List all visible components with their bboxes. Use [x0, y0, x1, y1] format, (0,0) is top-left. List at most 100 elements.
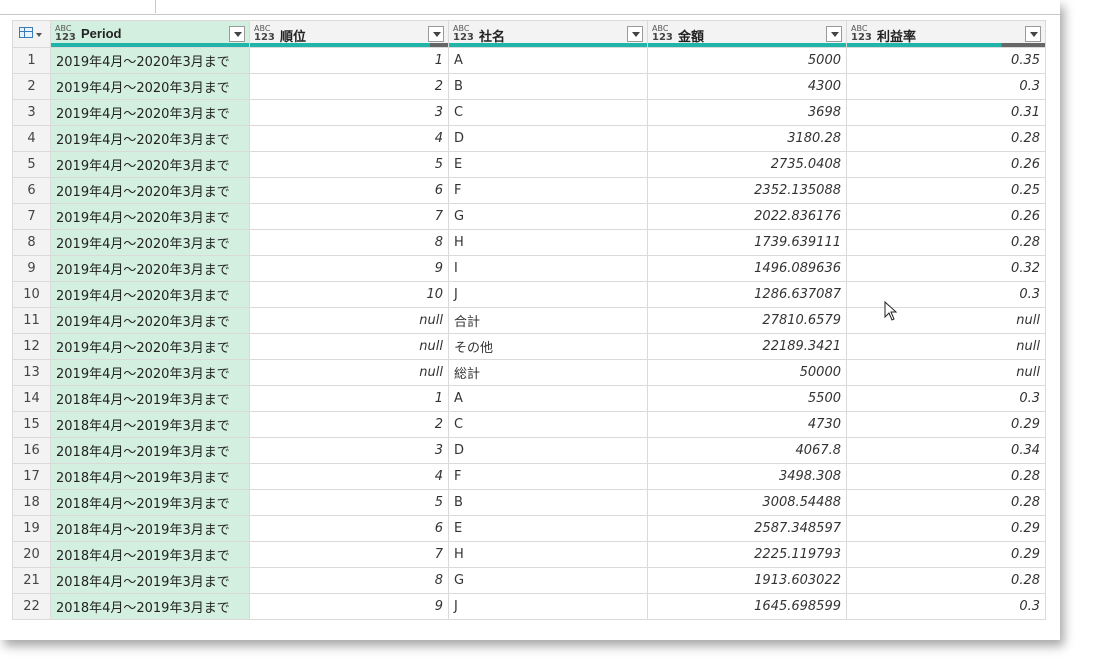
- table-row[interactable]: 17 2018年4月～2019年3月まで 4 F 3498.308 0.28: [12, 463, 1046, 490]
- cell-amount[interactable]: 2225.119793: [647, 541, 847, 568]
- cell-margin[interactable]: 0.3: [846, 73, 1046, 100]
- cell-period[interactable]: 2019年4月～2020年3月まで: [50, 359, 250, 386]
- cell-company[interactable]: H: [448, 541, 648, 568]
- cell-rank[interactable]: null: [249, 359, 449, 386]
- cell-margin[interactable]: null: [846, 359, 1046, 386]
- cell-amount[interactable]: 3008.54488: [647, 489, 847, 516]
- cell-amount[interactable]: 5000: [647, 47, 847, 74]
- cell-period[interactable]: 2018年4月～2019年3月まで: [50, 437, 250, 464]
- cell-period[interactable]: 2019年4月～2020年3月まで: [50, 73, 250, 100]
- cell-amount[interactable]: 1496.089636: [647, 255, 847, 282]
- cell-company[interactable]: H: [448, 229, 648, 256]
- cell-period[interactable]: 2019年4月～2020年3月まで: [50, 177, 250, 204]
- table-row[interactable]: 3 2019年4月～2020年3月まで 3 C 3698 0.31: [12, 99, 1046, 126]
- cell-margin[interactable]: 0.26: [846, 203, 1046, 230]
- cell-company[interactable]: I: [448, 255, 648, 282]
- cell-company[interactable]: D: [448, 125, 648, 152]
- table-row[interactable]: 5 2019年4月～2020年3月まで 5 E 2735.0408 0.26: [12, 151, 1046, 178]
- cell-period[interactable]: 2018年4月～2019年3月まで: [50, 515, 250, 542]
- cell-company[interactable]: C: [448, 411, 648, 438]
- cell-period[interactable]: 2019年4月～2020年3月まで: [50, 125, 250, 152]
- cell-company[interactable]: F: [448, 463, 648, 490]
- cell-company[interactable]: B: [448, 489, 648, 516]
- cell-rank[interactable]: 8: [249, 229, 449, 256]
- cell-margin[interactable]: 0.28: [846, 229, 1046, 256]
- cell-margin[interactable]: 0.35: [846, 47, 1046, 74]
- cell-period[interactable]: 2019年4月～2020年3月まで: [50, 151, 250, 178]
- table-menu-button[interactable]: [12, 20, 51, 48]
- cell-company[interactable]: J: [448, 281, 648, 308]
- dropdown-icon[interactable]: [229, 26, 245, 42]
- cell-margin[interactable]: null: [846, 333, 1046, 360]
- table-row[interactable]: 1 2019年4月～2020年3月まで 1 A 5000 0.35: [12, 47, 1046, 74]
- cell-company[interactable]: G: [448, 567, 648, 594]
- table-row[interactable]: 4 2019年4月～2020年3月まで 4 D 3180.28 0.28: [12, 125, 1046, 152]
- cell-rank[interactable]: 1: [249, 47, 449, 74]
- cell-margin[interactable]: 0.26: [846, 151, 1046, 178]
- any-type-icon[interactable]: ABC 123: [652, 24, 673, 43]
- cell-company[interactable]: D: [448, 437, 648, 464]
- cell-period[interactable]: 2019年4月～2020年3月まで: [50, 47, 250, 74]
- dropdown-icon[interactable]: [826, 26, 842, 42]
- table-row[interactable]: 7 2019年4月～2020年3月まで 7 G 2022.836176 0.26: [12, 203, 1046, 230]
- cell-company[interactable]: C: [448, 99, 648, 126]
- cell-margin[interactable]: 0.28: [846, 489, 1046, 516]
- cell-margin[interactable]: 0.34: [846, 437, 1046, 464]
- dropdown-icon[interactable]: [1025, 26, 1041, 42]
- cell-rank[interactable]: 5: [249, 151, 449, 178]
- table-row[interactable]: 12 2019年4月～2020年3月まで null その他 22189.3421 null: [12, 333, 1046, 360]
- cell-rank[interactable]: 7: [249, 541, 449, 568]
- cell-period[interactable]: 2018年4月～2019年3月まで: [50, 489, 250, 516]
- cell-amount[interactable]: 22189.3421: [647, 333, 847, 360]
- cell-period[interactable]: 2018年4月～2019年3月まで: [50, 567, 250, 594]
- any-type-icon[interactable]: ABC 123: [851, 24, 872, 43]
- cell-margin[interactable]: 0.25: [846, 177, 1046, 204]
- cell-rank[interactable]: 4: [249, 463, 449, 490]
- any-type-icon[interactable]: ABC 123: [254, 24, 275, 43]
- cell-margin[interactable]: null: [846, 307, 1046, 334]
- table-row[interactable]: 20 2018年4月～2019年3月まで 7 H 2225.119793 0.29: [12, 541, 1046, 568]
- cell-amount[interactable]: 1645.698599: [647, 593, 847, 620]
- cell-margin[interactable]: 0.28: [846, 463, 1046, 490]
- cell-period[interactable]: 2018年4月～2019年3月まで: [50, 541, 250, 568]
- cell-margin[interactable]: 0.28: [846, 567, 1046, 594]
- table-row[interactable]: 8 2019年4月～2020年3月まで 8 H 1739.639111 0.28: [12, 229, 1046, 256]
- cell-period[interactable]: 2019年4月～2020年3月まで: [50, 281, 250, 308]
- cell-margin[interactable]: 0.29: [846, 541, 1046, 568]
- cell-amount[interactable]: 2022.836176: [647, 203, 847, 230]
- cell-period[interactable]: 2019年4月～2020年3月まで: [50, 333, 250, 360]
- table-row[interactable]: 21 2018年4月～2019年3月まで 8 G 1913.603022 0.28: [12, 567, 1046, 594]
- cell-amount[interactable]: 1913.603022: [647, 567, 847, 594]
- table-row[interactable]: 14 2018年4月～2019年3月まで 1 A 5500 0.3: [12, 385, 1046, 412]
- column-header-period[interactable]: ABC 123 Period: [50, 20, 250, 48]
- cell-period[interactable]: 2019年4月～2020年3月まで: [50, 99, 250, 126]
- cell-amount[interactable]: 5500: [647, 385, 847, 412]
- cell-rank[interactable]: 2: [249, 73, 449, 100]
- cell-period[interactable]: 2019年4月～2020年3月まで: [50, 307, 250, 334]
- table-row[interactable]: 19 2018年4月～2019年3月まで 6 E 2587.348597 0.29: [12, 515, 1046, 542]
- table-row[interactable]: 18 2018年4月～2019年3月まで 5 B 3008.54488 0.28: [12, 489, 1046, 516]
- any-type-icon[interactable]: ABC 123: [453, 24, 474, 43]
- table-row[interactable]: 13 2019年4月～2020年3月まで null 総計 50000 null: [12, 359, 1046, 386]
- cell-company[interactable]: E: [448, 515, 648, 542]
- cell-period[interactable]: 2019年4月～2020年3月まで: [50, 229, 250, 256]
- cell-amount[interactable]: 3698: [647, 99, 847, 126]
- table-row[interactable]: 9 2019年4月～2020年3月まで 9 I 1496.089636 0.32: [12, 255, 1046, 282]
- cell-company[interactable]: 合計: [448, 307, 648, 334]
- cell-amount[interactable]: 3180.28: [647, 125, 847, 152]
- cell-period[interactable]: 2018年4月～2019年3月まで: [50, 411, 250, 438]
- cell-margin[interactable]: 0.31: [846, 99, 1046, 126]
- cell-rank[interactable]: 6: [249, 515, 449, 542]
- formula-bar[interactable]: [155, 0, 1060, 13]
- cell-rank[interactable]: 1: [249, 385, 449, 412]
- cell-rank[interactable]: 6: [249, 177, 449, 204]
- cell-amount[interactable]: 27810.6579: [647, 307, 847, 334]
- cell-rank[interactable]: 9: [249, 255, 449, 282]
- cell-margin[interactable]: 0.32: [846, 255, 1046, 282]
- cell-company[interactable]: 総計: [448, 359, 648, 386]
- cell-amount[interactable]: 4300: [647, 73, 847, 100]
- cell-rank[interactable]: 7: [249, 203, 449, 230]
- cell-rank[interactable]: 2: [249, 411, 449, 438]
- cell-margin[interactable]: 0.28: [846, 125, 1046, 152]
- table-row[interactable]: 6 2019年4月～2020年3月まで 6 F 2352.135088 0.25: [12, 177, 1046, 204]
